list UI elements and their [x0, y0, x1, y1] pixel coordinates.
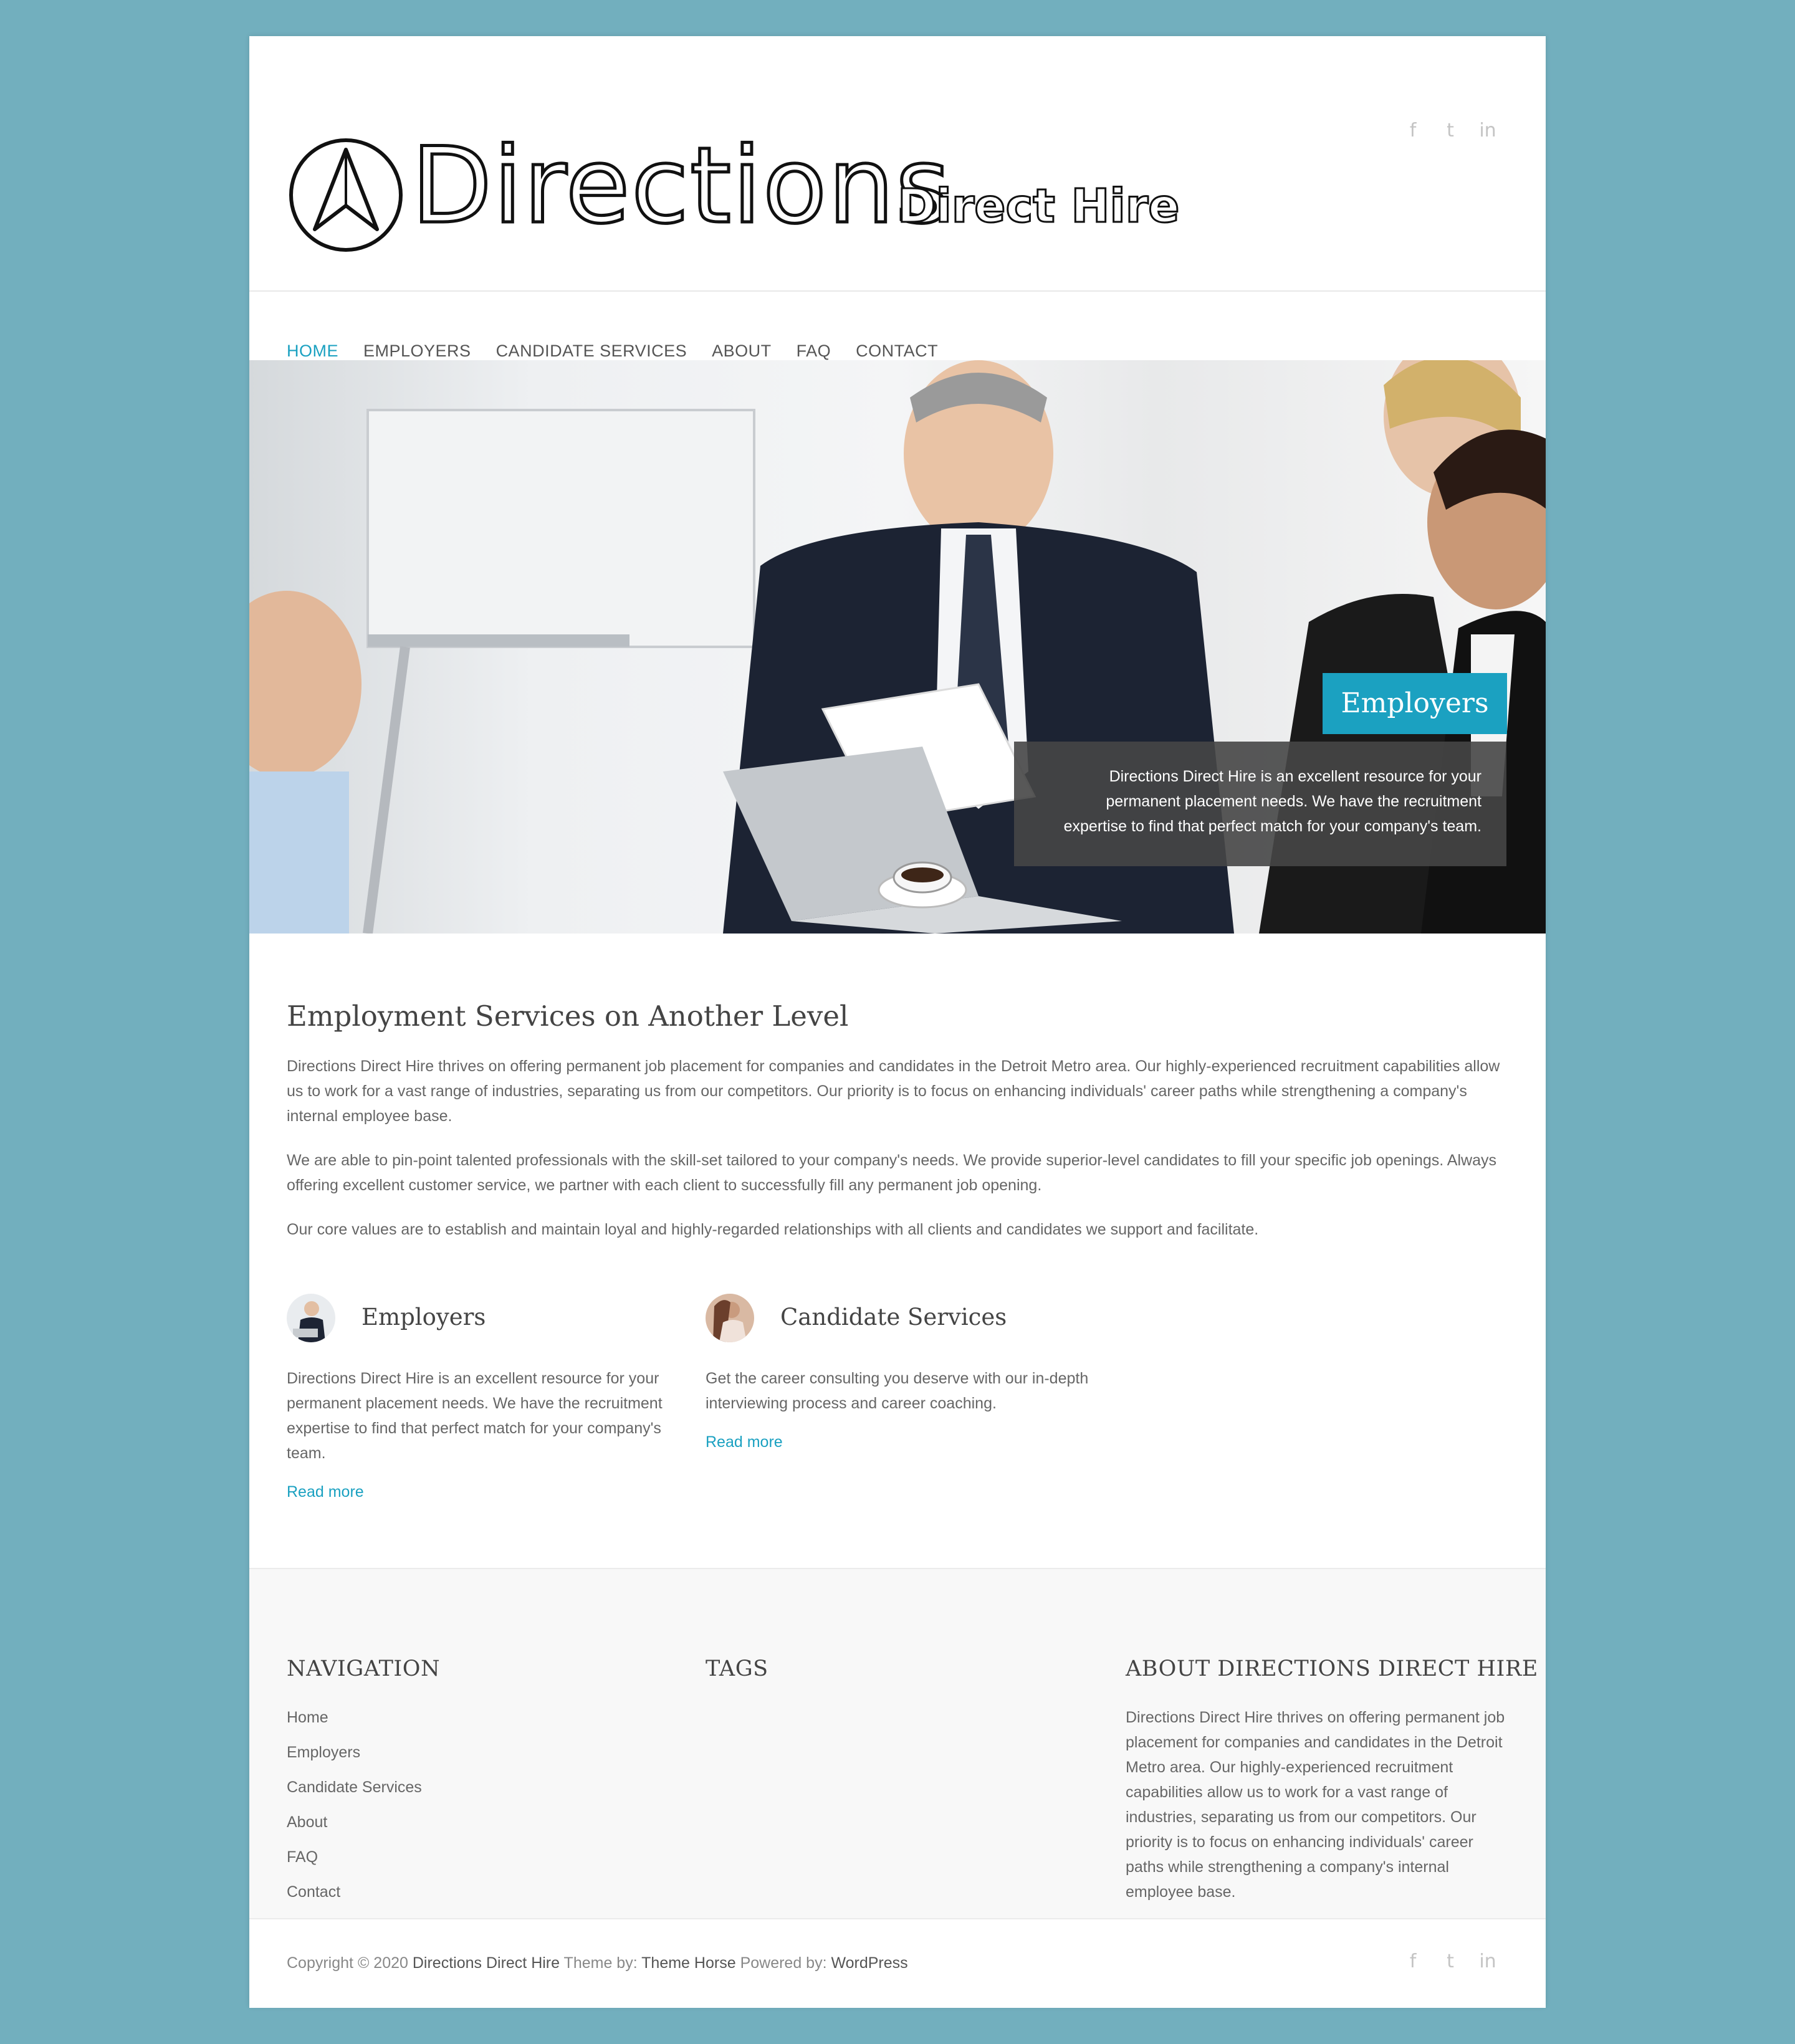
feature-text: Directions Direct Hire is an excellent r… [287, 1370, 663, 1462]
facebook-icon[interactable]: f [1404, 1949, 1422, 1974]
intro-paragraph-1: Directions Direct Hire thrives on offeri… [287, 1058, 1500, 1125]
header-divider [249, 290, 1546, 292]
feature-candidate-services: Candidate Services Get the career consul… [706, 1294, 1092, 1481]
site-header: Directions Direct Hire f t in [249, 36, 1546, 290]
navigation-widget-title: NAVIGATION [287, 1656, 441, 1681]
employers-read-more-link[interactable]: Read more [287, 1483, 364, 1501]
feature-text: Get the career consulting you deserve wi… [706, 1370, 1089, 1412]
feature-employers: Employers Directions Direct Hire is an e… [287, 1294, 673, 1543]
feature-title: Candidate Services [780, 1304, 1007, 1330]
twitter-icon[interactable]: t [1441, 1949, 1460, 1974]
footer-nav-home[interactable]: Home [287, 1700, 422, 1735]
about-widget-title: ABOUT DIRECTIONS DIRECT HIRE [1126, 1656, 1538, 1681]
facebook-icon[interactable]: f [1404, 118, 1422, 143]
nav-contact[interactable]: CONTACT [856, 341, 938, 361]
nav-faq[interactable]: FAQ [797, 341, 831, 361]
footer-nav-candidate-services[interactable]: Candidate Services [287, 1770, 422, 1805]
hero-caption: Directions Direct Hire is an excellent r… [1014, 742, 1506, 866]
theme-horse-link[interactable]: Theme Horse [641, 1954, 735, 1972]
candidate-services-read-more-link[interactable]: Read more [706, 1433, 783, 1451]
footer-social-links: f t in [1404, 1949, 1497, 1974]
linkedin-icon[interactable]: in [1478, 118, 1497, 143]
site-footer: Copyright © 2020 Directions Direct Hire … [249, 1918, 1546, 2008]
about-widget-text: Directions Direct Hire thrives on offeri… [1126, 1709, 1505, 1901]
copyright-line: Copyright © 2020 Directions Direct Hire … [287, 1954, 908, 1972]
footer-navigation-list: Home Employers Candidate Services About … [287, 1700, 422, 1909]
nav-candidate-services[interactable]: CANDIDATE SERVICES [496, 341, 687, 361]
nav-about[interactable]: ABOUT [712, 341, 772, 361]
site-logo[interactable]: Directions Direct Hire [287, 98, 1180, 260]
page-container: Directions Direct Hire f t in HOME EMPLO… [249, 36, 1546, 2008]
footer-nav-employers[interactable]: Employers [287, 1735, 422, 1770]
copyright-text: Copyright © 2020 [287, 1954, 408, 1972]
wordpress-link[interactable]: WordPress [831, 1954, 907, 1972]
theme-by-text: Theme by: [563, 1954, 638, 1972]
footer-nav-contact[interactable]: Contact [287, 1874, 422, 1909]
header-social-links: f t in [1404, 118, 1497, 143]
logo-title: Directions [409, 125, 952, 247]
hero-badge: Employers [1323, 673, 1507, 734]
feature-title: Employers [361, 1304, 486, 1330]
page-heading: Employment Services on Another Level [287, 1000, 849, 1033]
tags-widget-title: TAGS [706, 1656, 768, 1681]
logo-subtitle: Direct Hire [896, 179, 1180, 234]
footer-widgets: NAVIGATION Home Employers Candidate Serv… [249, 1568, 1546, 1918]
employers-photo [287, 1294, 335, 1342]
footer-site-link[interactable]: Directions Direct Hire [413, 1954, 560, 1972]
powered-by-text: Powered by: [740, 1954, 827, 1972]
intro-paragraph-2: We are able to pin-point talented profes… [287, 1152, 1496, 1194]
hero-slider[interactable]: Employers Directions Direct Hire is an e… [249, 360, 1546, 934]
twitter-icon[interactable]: t [1441, 118, 1460, 143]
linkedin-icon[interactable]: in [1478, 1949, 1497, 1974]
footer-nav-about[interactable]: About [287, 1805, 422, 1840]
main-navigation: HOME EMPLOYERS CANDIDATE SERVICES ABOUT … [287, 341, 938, 361]
nav-employers[interactable]: EMPLOYERS [363, 341, 471, 361]
footer-nav-faq[interactable]: FAQ [287, 1840, 422, 1874]
candidate-services-thumbnail [706, 1294, 754, 1342]
intro-paragraph-3: Our core values are to establish and mai… [287, 1221, 1259, 1238]
nav-home[interactable]: HOME [287, 341, 338, 361]
employers-thumbnail [287, 1294, 335, 1342]
compass-logo-icon [289, 138, 403, 252]
candidate-services-photo [706, 1294, 754, 1342]
